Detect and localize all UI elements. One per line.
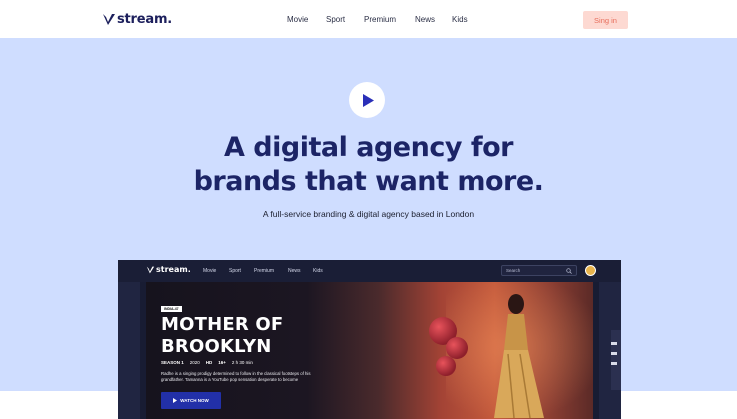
app-nav-item-sport[interactable]: Sport: [229, 268, 241, 274]
search-icon: [566, 268, 572, 274]
carousel-prev-card[interactable]: [118, 282, 140, 419]
nav-item-movie[interactable]: Movie: [287, 15, 308, 24]
featured-badge: INDIA-47: [161, 306, 182, 312]
carousel-next-card[interactable]: [599, 282, 621, 419]
play-icon: [362, 93, 374, 107]
meta-season: SEASON 1: [161, 360, 184, 365]
v-logo-icon: [103, 14, 115, 25]
app-preview: stream. Movie Sport Premium News Kids Se…: [118, 260, 621, 419]
brand-logo[interactable]: stream.: [102, 12, 172, 27]
balloon-image: [436, 356, 456, 376]
meta-rating: 16+: [218, 360, 226, 365]
next-card-preview: [611, 330, 621, 390]
featured-title-line-2: BROOKLYN: [161, 336, 272, 357]
featured-meta: SEASON 1 2020 HD 16+ 2 h 30 min: [161, 360, 253, 365]
nav-item-sport[interactable]: Sport: [326, 15, 345, 24]
watch-now-label: WATCH NOW: [180, 398, 209, 403]
nav-item-news[interactable]: News: [415, 15, 435, 24]
app-brand-name: stream.: [156, 265, 191, 274]
app-header: stream. Movie Sport Premium News Kids Se…: [118, 260, 621, 282]
featured-description: Radhe is a singing prodigy determined to…: [161, 371, 311, 382]
headline-line-1: A digital agency for: [224, 132, 513, 163]
meta-quality: HD: [205, 360, 213, 365]
watch-now-button[interactable]: WATCH NOW: [161, 392, 221, 409]
featured-title-line-1: MOTHER OF: [161, 314, 284, 335]
brand-name: stream.: [117, 12, 173, 27]
featured-banner[interactable]: INDIA-47 MOTHER OF BROOKLYN SEASON 1 202…: [146, 282, 593, 419]
app-search-input[interactable]: Search: [501, 265, 577, 276]
nav-item-premium[interactable]: Premium: [364, 15, 396, 24]
hero-subline: A full-service branding & digital agency…: [262, 209, 475, 219]
signin-button[interactable]: Sing in: [583, 11, 628, 29]
meta-year: 2020: [189, 360, 200, 365]
app-brand-logo[interactable]: stream.: [146, 265, 191, 274]
nav-item-kids[interactable]: Kids: [452, 15, 468, 24]
featured-title: MOTHER OF BROOKLYN: [161, 314, 283, 358]
app-nav-item-news[interactable]: News: [288, 268, 301, 274]
play-video-button[interactable]: [349, 82, 385, 118]
app-nav-item-movie[interactable]: Movie: [203, 268, 216, 274]
v-logo-icon: [146, 266, 155, 273]
featured-person-image: [494, 294, 544, 419]
play-icon: [173, 398, 178, 403]
headline-line-2: brands that want more.: [193, 166, 544, 197]
search-placeholder: Search: [506, 268, 521, 273]
user-avatar[interactable]: [585, 265, 596, 276]
hero-headline: A digital agency for brands that want mo…: [0, 131, 737, 199]
site-header: stream. Movie Sport Premium News Kids Si…: [0, 0, 737, 38]
app-nav-item-premium[interactable]: Premium: [254, 268, 274, 274]
meta-duration: 2 h 30 min: [231, 360, 253, 365]
app-nav-item-kids[interactable]: Kids: [313, 268, 323, 274]
